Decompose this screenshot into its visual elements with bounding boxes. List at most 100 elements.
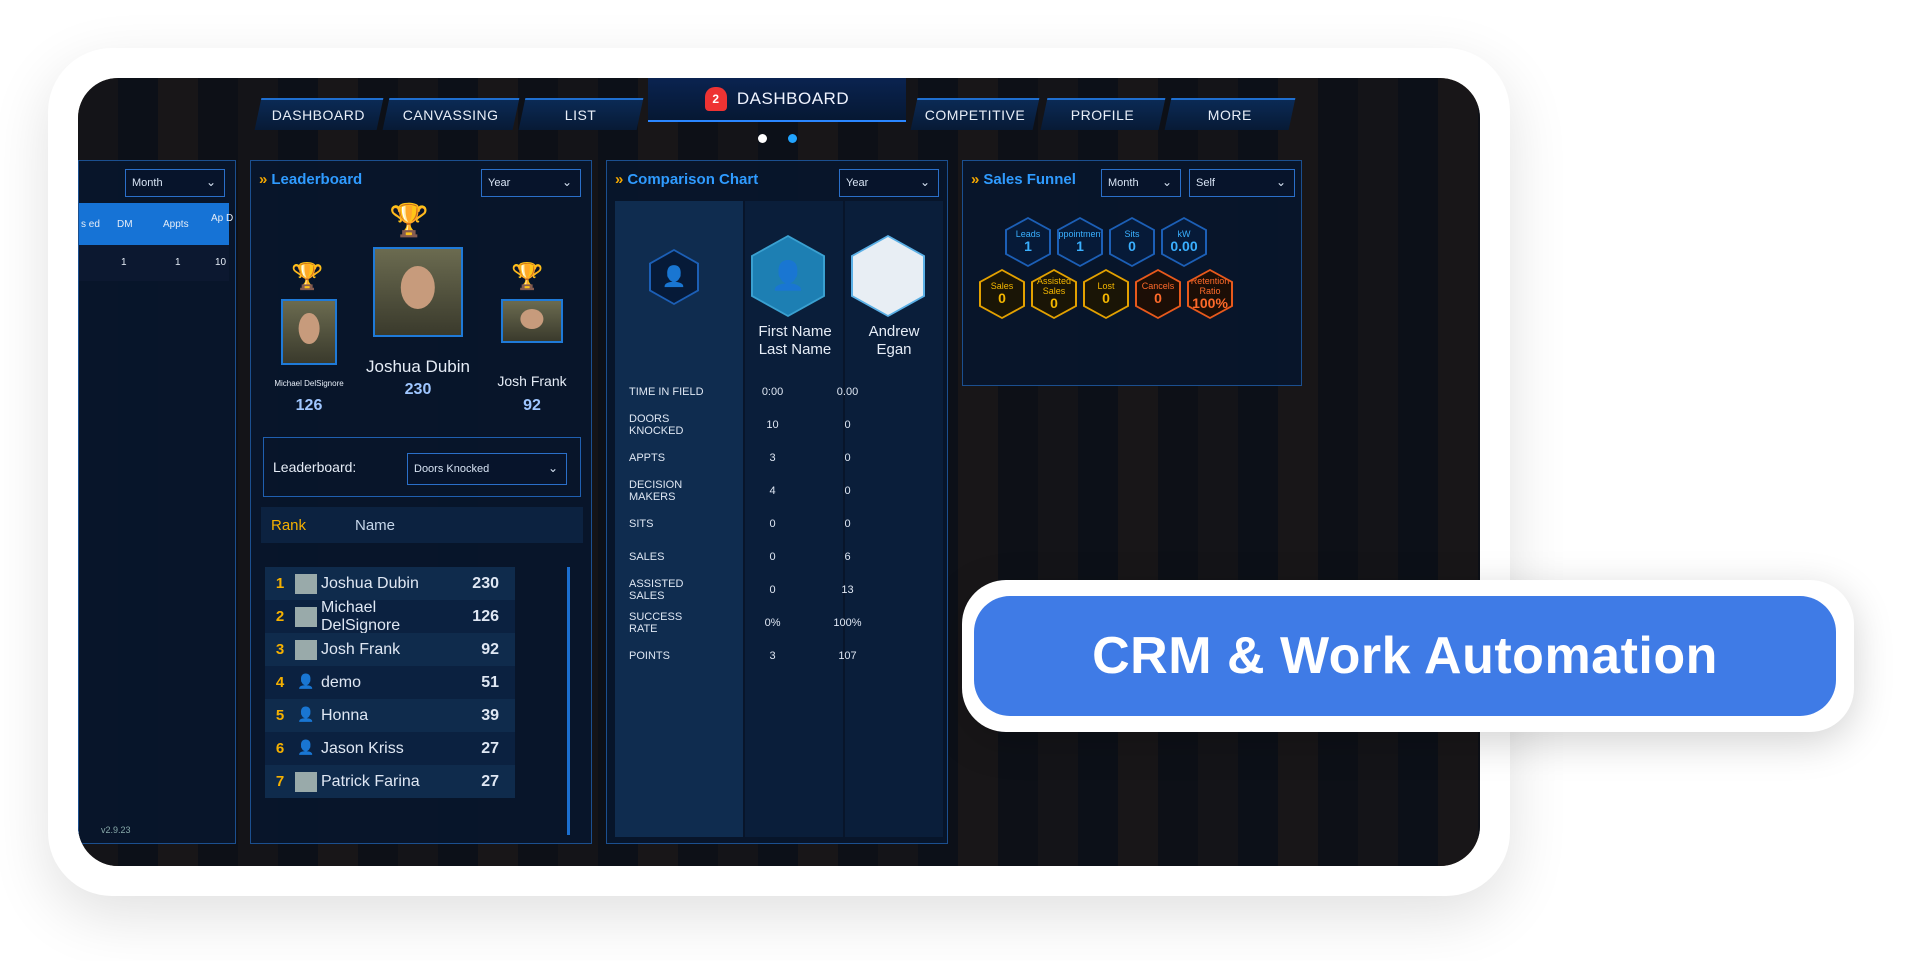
- person1-value: 0: [769, 550, 776, 563]
- cell-value: 10: [215, 257, 227, 268]
- rank-value: 7: [275, 773, 285, 790]
- person-icon: 👤: [297, 705, 315, 722]
- metric-value: 0: [1050, 295, 1058, 312]
- first-place-photo: [373, 247, 463, 337]
- funnel-metric-lost[interactable]: Lost 0: [1083, 269, 1129, 319]
- bronze-trophy-icon: 🏆: [511, 261, 544, 291]
- gold-trophy-icon: 🏆: [389, 202, 429, 238]
- page-dot-2[interactable]: [788, 134, 797, 143]
- tab-label: PROFILE: [1071, 107, 1135, 123]
- comparison-row: SITS 0 0: [615, 507, 885, 540]
- tab-profile[interactable]: PROFILE: [1040, 98, 1166, 130]
- panel-title: » Comparison Chart: [615, 171, 759, 188]
- metric-value: 0: [1102, 290, 1110, 307]
- funnel-period-select[interactable]: Month ⌄: [1101, 169, 1181, 197]
- tab-list[interactable]: LIST: [518, 98, 644, 130]
- metric-value: 1: [1024, 238, 1032, 255]
- person1-value: 0: [769, 583, 776, 596]
- first-place-score: 230: [404, 381, 432, 398]
- panel-title: » Leaderboard: [259, 171, 363, 188]
- metric-label: SALES: [629, 550, 665, 563]
- metric-value: 100%: [1192, 295, 1228, 312]
- metric-label: TIME IN FIELD: [629, 385, 704, 398]
- version-label: v2.9.23: [101, 825, 131, 835]
- tab-dashboard[interactable]: DASHBOARD: [254, 98, 384, 130]
- notification-bell-icon[interactable]: 2: [704, 87, 727, 111]
- funnel-metric-leads[interactable]: Leads 1: [1005, 217, 1051, 267]
- leaderboard-row[interactable]: 1 Joshua Dubin 230: [265, 567, 515, 600]
- leaderboard-row[interactable]: 5 👤 Honna 39: [265, 699, 515, 732]
- rank-value: 1: [275, 575, 285, 592]
- leaderboard-row[interactable]: 6 👤 Jason Kriss 27: [265, 732, 515, 765]
- leaderboard-row[interactable]: 3 Josh Frank 92: [265, 633, 515, 666]
- leaderboard-panel: » Leaderboard Year ⌄ 🏆 Joshua Dubin 230 🏆 …: [250, 160, 592, 844]
- tab-label: MORE: [1207, 107, 1252, 123]
- funnel-metric-retention-ratio[interactable]: Retention Ratio 100%: [1187, 269, 1233, 319]
- tab-more[interactable]: MORE: [1164, 98, 1296, 130]
- tab-canvassing[interactable]: CANVASSING: [382, 98, 520, 130]
- funnel-metric-cancels[interactable]: Cancels 0: [1135, 269, 1181, 319]
- second-place-score: 126: [295, 397, 323, 414]
- funnel-metric-assisted-sales[interactable]: Assisted Sales 0: [1031, 269, 1077, 319]
- name-header: Name: [355, 517, 396, 534]
- leaderboard-row[interactable]: 2 Michael DelSignore 126: [265, 599, 515, 634]
- person1-value: 0%: [764, 616, 781, 629]
- row-name: Honna: [321, 706, 369, 724]
- metric-value: 0: [998, 290, 1006, 307]
- comparison-row: DOORS KNOCKED 10 0: [615, 408, 885, 441]
- leaderboard-metric-select[interactable]: Doors Knocked ⌄: [407, 453, 567, 485]
- page-dot-1[interactable]: [758, 134, 767, 143]
- row-score: 51: [481, 673, 499, 691]
- third-place-photo: [501, 299, 563, 343]
- metric-label: APPTS: [629, 451, 666, 464]
- panel-title: » Sales Funnel: [971, 171, 1076, 188]
- scrollbar[interactable]: [567, 567, 570, 835]
- funnel-metric-appointments[interactable]: Appointments 1: [1057, 217, 1103, 267]
- tab-label: CANVASSING: [402, 107, 499, 123]
- funnel-metric-kw[interactable]: kW 0.00: [1161, 217, 1207, 267]
- column-header: s ed: [81, 219, 100, 230]
- leaderboard-period-select[interactable]: Year ⌄: [481, 169, 581, 197]
- leaderboard-row[interactable]: 4 👤 demo 51: [265, 666, 515, 699]
- person2-value: 0: [844, 517, 851, 530]
- rank-header: Rank: [271, 517, 307, 534]
- metric-value: 1: [1076, 238, 1084, 255]
- row-name: demo: [321, 673, 362, 691]
- metric-label: DOORS KNOCKED: [629, 412, 684, 437]
- metric-value: 0.00: [1170, 238, 1198, 255]
- funnel-metric-sits[interactable]: Sits 0: [1109, 217, 1155, 267]
- person1-value: 3: [769, 649, 776, 662]
- metric-label: Leaderboard:: [273, 459, 357, 475]
- person2-value: 6: [844, 550, 851, 563]
- comparison-period-select[interactable]: Year ⌄: [839, 169, 939, 197]
- person2-value: 100%: [833, 616, 862, 629]
- row-score: 126: [472, 607, 499, 625]
- row-name: Joshua Dubin: [321, 574, 419, 592]
- person1-value: 4: [769, 484, 776, 497]
- comparison-panel: » Comparison Chart Year ⌄ 👤 👤 First Name L…: [606, 160, 948, 844]
- leaderboard-row[interactable]: 7 Patrick Farina 27: [265, 765, 515, 798]
- metric-label: ASSISTED SALES: [629, 577, 684, 602]
- comparison-row: TIME IN FIELD 0:00 0.00: [615, 375, 885, 408]
- app-screen: DASHBOARD CANVASSING LIST 2 DASHBOARD CO…: [78, 78, 1480, 866]
- period-select[interactable]: Month ⌄: [125, 169, 225, 197]
- cell-value: 1: [121, 257, 127, 268]
- metric-label: POINTS: [629, 649, 670, 662]
- row-score: 39: [481, 706, 499, 724]
- rank-value: 4: [275, 674, 285, 691]
- metric-value: 0: [1154, 290, 1162, 307]
- leaderboard-header: [261, 507, 583, 543]
- funnel-scope-select[interactable]: Self ⌄: [1189, 169, 1295, 197]
- funnel-metric-sales[interactable]: Sales 0: [979, 269, 1025, 319]
- tab-competitive[interactable]: COMPETITIVE: [910, 98, 1040, 130]
- avatar: [295, 573, 317, 594]
- tab-dashboard-active[interactable]: 2 DASHBOARD: [648, 78, 906, 122]
- person1-value: 0:00: [761, 385, 784, 398]
- row-name: Patrick Farina: [321, 772, 420, 790]
- person1-value: 10: [766, 418, 779, 431]
- comparison-row: APPTS 3 0: [615, 441, 885, 474]
- metric-label: DECISION MAKERS: [629, 478, 683, 503]
- chevron-icon: »: [259, 171, 268, 188]
- row-name: Josh Frank: [321, 640, 401, 658]
- person2-value: 0: [844, 484, 851, 497]
